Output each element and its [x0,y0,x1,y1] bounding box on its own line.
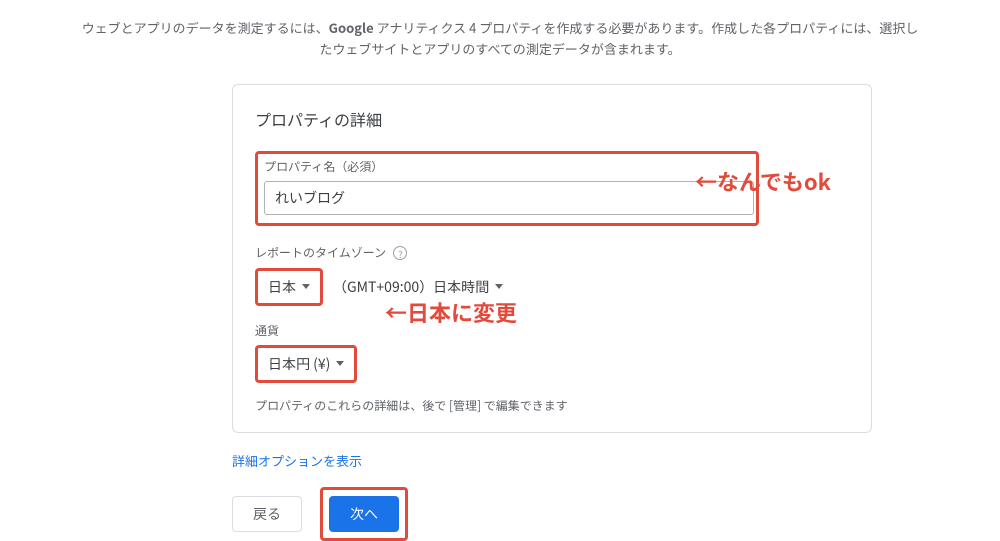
page-intro: ウェブとアプリのデータを測定するには、Google アナリティクス 4 プロパテ… [0,0,1000,60]
currency-value: 日本円 (¥) [268,354,330,374]
timezone-country-dropdown[interactable]: 日本 [260,273,318,301]
intro-bold: Google [329,18,374,37]
intro-text-post: アナリティクス 4 プロパティを作成する必要があります。作成した各プロパティには… [319,18,918,58]
button-row: 戻る 次へ [232,487,1000,541]
annotation-anything-ok: ←なんでもok [695,165,831,197]
property-details-card: プロパティの詳細 プロパティ名（必須） ←なんでもok レポートのタイムゾーン … [232,84,872,433]
back-button[interactable]: 戻る [232,496,302,532]
help-icon[interactable]: ? [393,246,407,260]
annotation-highlight-property-name: プロパティ名（必須） [255,151,759,226]
edit-later-hint: プロパティのこれらの詳細は、後で [管理] で編集できます [255,397,849,414]
show-advanced-options-link[interactable]: 詳細オプションを表示 [232,451,362,470]
property-name-input[interactable] [264,181,754,215]
caret-down-icon [302,284,310,289]
card-title: プロパティの詳細 [255,107,849,131]
caret-down-icon [495,284,503,289]
annotation-highlight-country: 日本 [255,268,323,306]
currency-label: 通貨 [255,322,849,339]
caret-down-icon [336,361,344,366]
annotation-highlight-next: 次へ [320,487,408,541]
currency-dropdown[interactable]: 日本円 (¥) [260,350,352,378]
next-button[interactable]: 次へ [329,496,399,532]
timezone-country-value: 日本 [268,277,296,297]
timezone-offset-value: （GMT+09:00）日本時間 [333,277,489,297]
property-name-label: プロパティ名（必須） [264,158,750,175]
annotation-change-to-japan: ←日本に変更 [385,296,517,328]
timezone-label: レポートのタイムゾーン [255,244,386,261]
intro-text-pre: ウェブとアプリのデータを測定するには、 [82,18,329,37]
annotation-highlight-currency: 日本円 (¥) [255,345,357,383]
